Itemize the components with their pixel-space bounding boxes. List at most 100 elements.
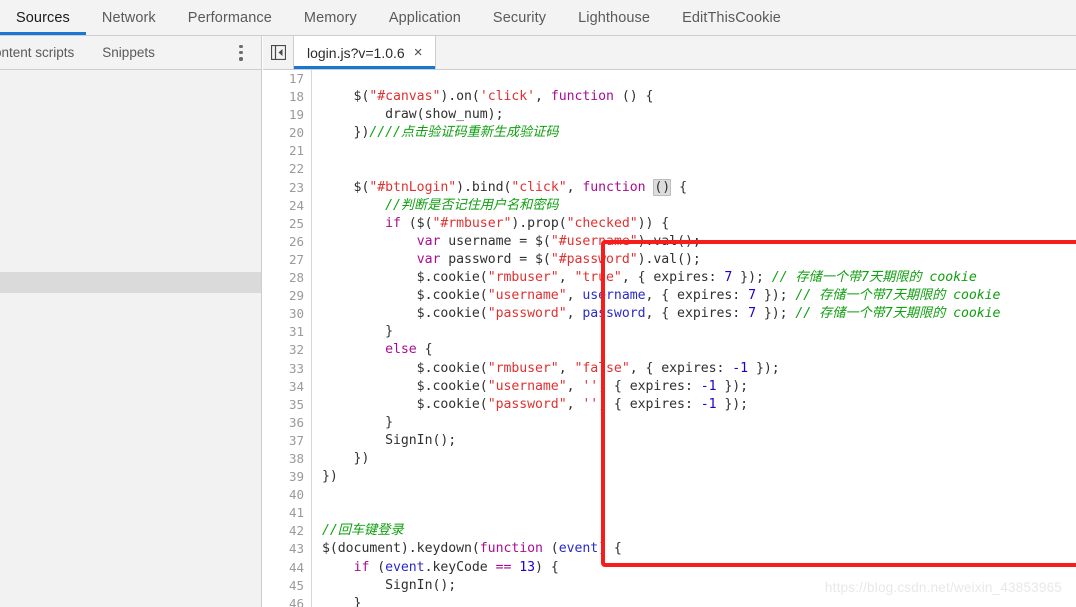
panel-tab-memory[interactable]: Memory [288,0,373,35]
line-number[interactable]: 24 [263,196,312,215]
code-line[interactable]: 21 [263,142,1076,161]
line-number[interactable]: 22 [263,160,312,179]
code-line[interactable]: 24 //判断是否记住用户名和密码 [263,196,1076,215]
line-number[interactable]: 29 [263,287,312,306]
code-line[interactable]: 19 draw(show_num); [263,106,1076,125]
code-line-content[interactable]: var username = $("#username").val(); [312,233,1076,251]
code-line-content[interactable]: $.cookie("password", password, { expires… [312,305,1076,323]
line-number[interactable]: 21 [263,142,312,161]
code-line[interactable]: 22 [263,160,1076,179]
code-line[interactable]: 43 $(document).keydown(function (event) { [263,540,1076,559]
code-line[interactable]: 34 $.cookie("username", '', { expires: -… [263,377,1076,396]
line-number[interactable]: 23 [263,178,312,197]
line-number[interactable]: 17 [263,70,312,89]
line-number[interactable]: 37 [263,431,312,450]
code-line-content[interactable]: var password = $("#password").val(); [312,251,1076,269]
panel-tab-security[interactable]: Security [477,0,562,35]
line-number[interactable]: 42 [263,522,312,541]
line-number[interactable]: 40 [263,486,312,505]
line-number[interactable]: 32 [263,341,312,360]
code-line-content[interactable]: $.cookie("rmbuser", "true", { expires: 7… [312,269,1076,287]
code-line[interactable]: 27 var password = $("#password").val(); [263,250,1076,270]
code-line-content[interactable]: $.cookie("rmbuser", "false", { expires: … [312,360,1076,378]
panel-tab-performance[interactable]: Performance [172,0,288,35]
line-number[interactable]: 39 [263,468,312,487]
code-line[interactable]: 31 } [263,323,1076,342]
line-number[interactable]: 26 [263,232,312,251]
line-number[interactable]: 20 [263,124,312,143]
panel-tab-application[interactable]: Application [373,0,477,35]
code-line[interactable]: 18 $("#canvas").on('click', function () … [263,88,1076,107]
navigator-file-list[interactable] [0,70,261,606]
code-line[interactable]: 38 }) [263,449,1076,469]
panel-tab-network[interactable]: Network [86,0,172,35]
code-line-content[interactable] [312,142,1076,160]
code-line[interactable]: 46 } [263,594,1076,607]
code-line[interactable]: 23 $("#btnLogin").bind("click", function… [263,178,1076,197]
code-line[interactable]: 20 })////点击验证码重新生成验证码 [263,124,1076,143]
code-line-content[interactable]: $("#canvas").on('click', function () { [312,88,1076,106]
code-line-content[interactable]: if (event.keyCode == 13) { [312,559,1076,577]
panel-tab-sources[interactable]: Sources [0,0,86,35]
code-line[interactable]: 39}) [263,468,1076,487]
code-line-content[interactable]: }) [312,450,1076,468]
panel-tab-lighthouse[interactable]: Lighthouse [562,0,666,35]
code-line[interactable]: 17 [263,70,1076,89]
code-line-content[interactable]: } [312,414,1076,432]
line-number[interactable]: 28 [263,269,312,288]
line-number[interactable]: 30 [263,305,312,324]
code-editor[interactable]: 17 18 $("#canvas").on('click', function (… [263,70,1076,607]
code-line-content[interactable]: $.cookie("username", username, { expires… [312,287,1076,305]
line-number[interactable]: 44 [263,558,312,577]
code-line-content[interactable] [312,70,1076,88]
line-number[interactable]: 36 [263,413,312,432]
code-line[interactable]: 29 $.cookie("username", username, { expi… [263,287,1076,306]
line-number[interactable]: 35 [263,395,312,414]
code-line-content[interactable]: $.cookie("password", '', { expires: -1 }… [312,396,1076,414]
code-line-content[interactable]: }) [312,468,1076,486]
code-line-content[interactable]: $("#btnLogin").bind("click", function ()… [312,178,1076,197]
code-line[interactable]: 45 SignIn(); [263,576,1076,595]
line-number[interactable]: 45 [263,576,312,595]
code-line-content[interactable]: //回车键登录 [312,522,1076,540]
line-number[interactable]: 33 [263,359,312,378]
panel-tab-editthiscookie[interactable]: EditThisCookie [666,0,797,35]
code-line-content[interactable]: //判断是否记住用户名和密码 [312,197,1076,215]
line-number[interactable]: 34 [263,377,312,396]
more-options-icon[interactable] [239,44,243,61]
line-number[interactable]: 43 [263,540,312,559]
navigator-subtab-snippets[interactable]: Snippets [88,45,169,60]
code-line-content[interactable] [312,504,1076,522]
code-line[interactable]: 35 $.cookie("password", '', { expires: -… [263,395,1076,414]
code-line-content[interactable]: } [312,323,1076,341]
code-line-content[interactable]: SignIn(); [312,432,1076,450]
navigator-selected-row[interactable] [0,272,261,293]
code-line[interactable]: 42 //回车键登录 [263,522,1076,541]
code-line-content[interactable]: SignIn(); [312,577,1076,595]
line-number[interactable]: 31 [263,323,312,342]
code-line-content[interactable]: } [312,595,1076,607]
editor-file-tab[interactable]: login.js?v=1.0.6 × [293,36,437,69]
line-number[interactable]: 27 [263,250,312,270]
code-line[interactable]: 33 $.cookie("rmbuser", "false", { expire… [263,359,1076,378]
line-number[interactable]: 18 [263,88,312,107]
show-navigator-icon[interactable] [263,36,293,69]
line-number[interactable]: 25 [263,214,312,233]
close-icon[interactable]: × [414,45,423,60]
code-line-content[interactable]: if ($("#rmbuser").prop("checked")) { [312,215,1076,233]
code-line-content[interactable]: else { [312,341,1076,359]
code-line[interactable]: 30 $.cookie("password", password, { expi… [263,305,1076,324]
line-number[interactable]: 38 [263,449,312,469]
line-number[interactable]: 46 [263,594,312,607]
code-line[interactable]: 41 [263,504,1076,523]
code-line-content[interactable]: draw(show_num); [312,106,1076,124]
code-line[interactable]: 25 if ($("#rmbuser").prop("checked")) { [263,214,1076,233]
code-line-content[interactable]: })////点击验证码重新生成验证码 [312,124,1076,142]
navigator-subtab-ontent-scripts[interactable]: ontent scripts [0,45,88,60]
line-number[interactable]: 19 [263,106,312,125]
code-line-content[interactable] [312,160,1076,178]
code-line[interactable]: 37 SignIn(); [263,431,1076,450]
code-line-content[interactable]: $.cookie("username", '', { expires: -1 }… [312,378,1076,396]
code-line[interactable]: 28 $.cookie("rmbuser", "true", { expires… [263,269,1076,288]
code-line[interactable]: 36 } [263,413,1076,432]
